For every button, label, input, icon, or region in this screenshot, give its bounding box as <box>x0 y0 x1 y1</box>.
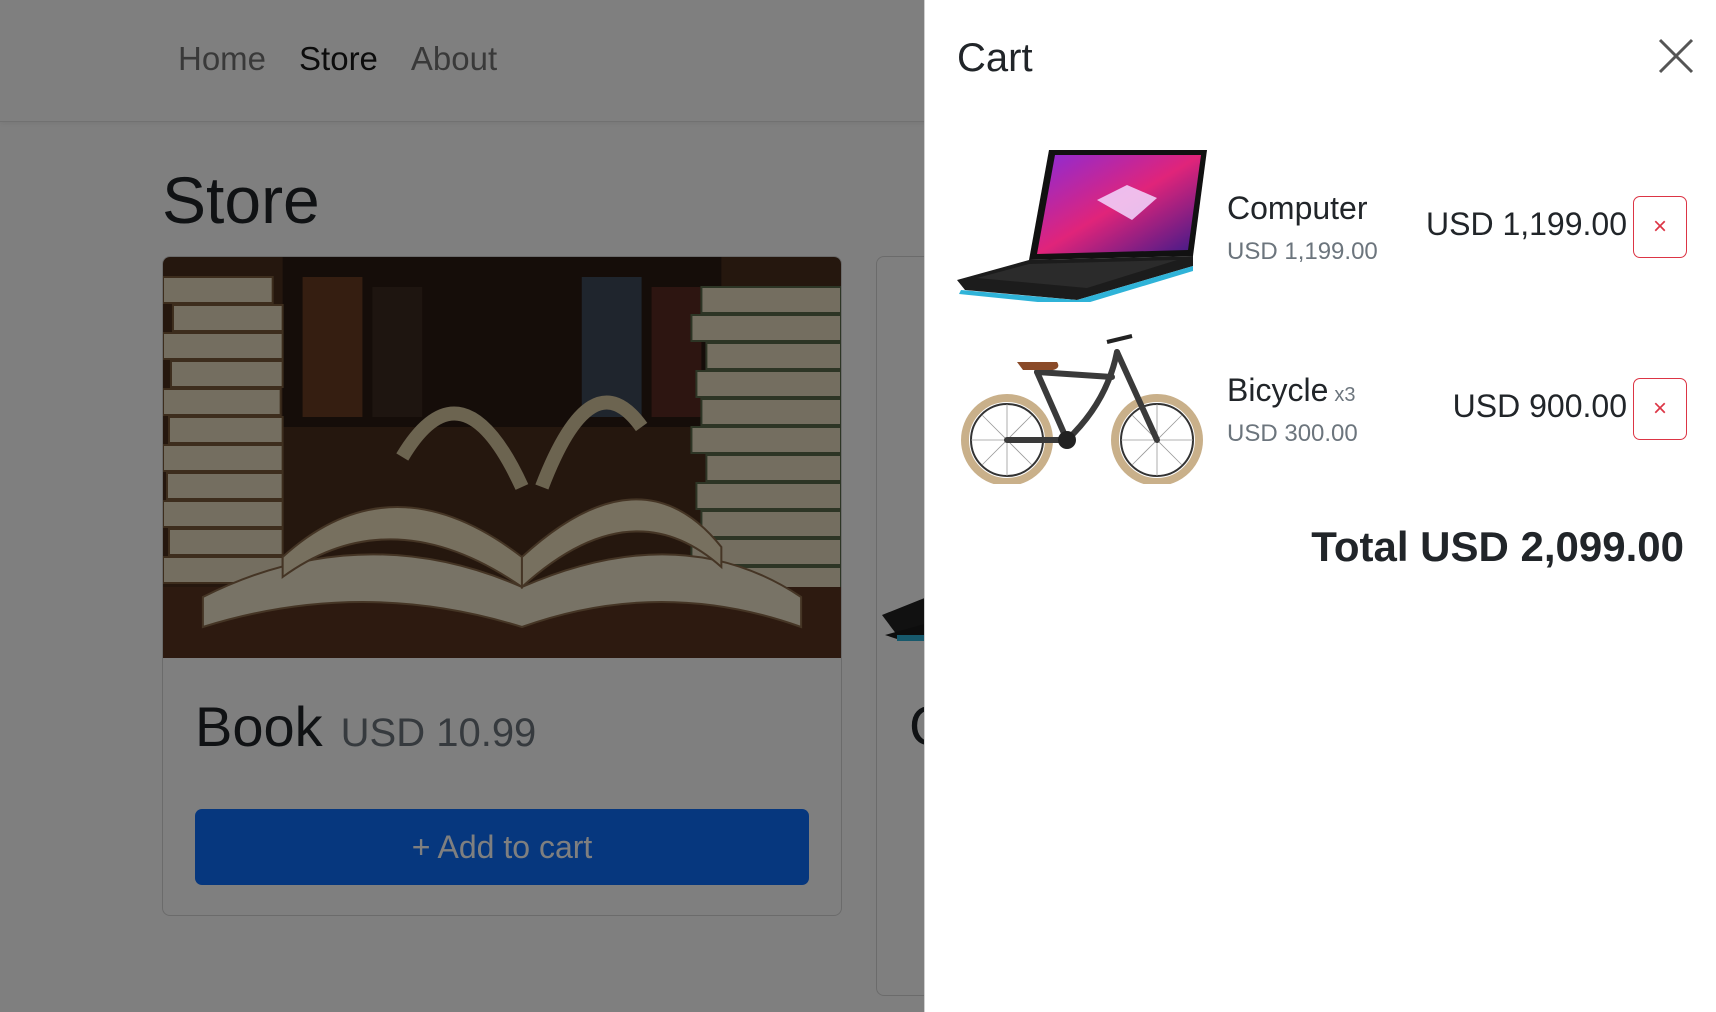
cart-item-name: Bicycle <box>1227 372 1329 408</box>
cart-item: Bicycle x3 USD 300.00 USD 900.00 × <box>957 332 1697 484</box>
bicycle-image <box>961 334 1203 484</box>
cart-item-name-row: Computer <box>1227 188 1378 233</box>
cart-item-name-row: Bicycle x3 <box>1227 370 1358 415</box>
close-icon[interactable] <box>1656 36 1696 76</box>
cart-item-line-total: USD 900.00 <box>1452 388 1627 424</box>
store-page: Home Store About Store <box>0 0 1716 1012</box>
cart-title: Cart <box>957 36 1033 80</box>
cart-item-info: Bicycle x3 USD 300.00 <box>1227 370 1358 449</box>
remove-item-button[interactable]: × <box>1633 196 1687 258</box>
remove-item-button[interactable]: × <box>1633 378 1687 440</box>
cart-item-info: Computer USD 1,199.00 <box>1227 188 1378 267</box>
cart-item-qty: x3 <box>1334 384 1356 406</box>
cart-panel: Cart Computer USD 1,199.00 USD 1,199.00 … <box>924 0 1716 1012</box>
cart-item-unit-price: USD 300.00 <box>1227 420 1358 447</box>
cart-item-name: Computer <box>1227 190 1368 226</box>
laptop-image <box>957 150 1207 302</box>
cart-total: Total USD 2,099.00 <box>1311 523 1684 570</box>
cart-item-unit-price: USD 1,199.00 <box>1227 238 1378 265</box>
cart-item: Computer USD 1,199.00 USD 1,199.00 × <box>957 150 1697 302</box>
cart-item-line-total: USD 1,199.00 <box>1425 206 1627 242</box>
